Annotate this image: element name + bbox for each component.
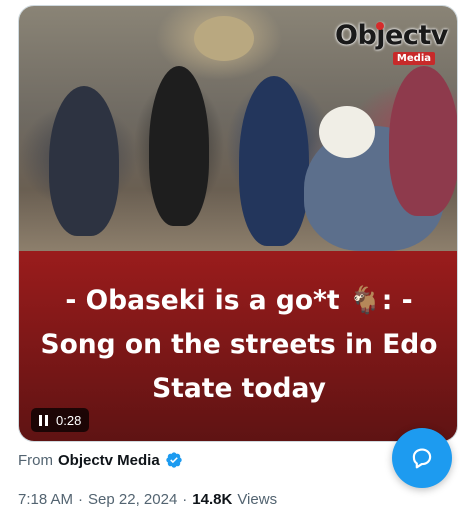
compose-reply-icon (412, 448, 432, 469)
tweet-time[interactable]: 7:18 AM (18, 491, 73, 508)
video-frame[interactable]: Objectv Media (19, 6, 457, 251)
pause-icon[interactable] (39, 414, 48, 426)
meta-separator: · (182, 490, 188, 508)
crowd-figure (239, 76, 309, 246)
tweet-meta: 7:18 AM · Sep 22, 2024 · 14.8K Views (18, 488, 277, 510)
objectv-media-logo: Objectv Media (331, 16, 448, 68)
video-duration: 0:28 (56, 412, 82, 428)
compose-reply-button[interactable] (392, 428, 452, 488)
crowd-figure (149, 66, 209, 226)
video-headline: - Obaseki is a go*t 🐐: - Song on the str… (40, 285, 438, 404)
crowd-figure (319, 106, 375, 158)
crowd-figure (194, 16, 254, 61)
source-author-link[interactable]: Objectv Media (58, 452, 160, 469)
crowd-figure (389, 66, 457, 216)
playback-badge[interactable]: 0:28 (31, 408, 90, 432)
meta-separator: · (78, 490, 84, 508)
views-label: Views (237, 490, 278, 508)
video-media-card[interactable]: Objectv Media - Obaseki is a go*t 🐐: - S… (18, 5, 458, 442)
crowd-figure (49, 86, 119, 236)
logo-brand: Objectv (335, 20, 448, 51)
from-prefix: From (18, 451, 53, 469)
verified-badge-icon (166, 452, 182, 468)
views-count: 14.8K (192, 490, 233, 508)
from-attribution: From Objectv Media (18, 449, 183, 471)
logo-dot (376, 22, 384, 30)
logo-tag: Media (392, 52, 435, 65)
tweet-date[interactable]: Sep 22, 2024 (88, 491, 177, 508)
